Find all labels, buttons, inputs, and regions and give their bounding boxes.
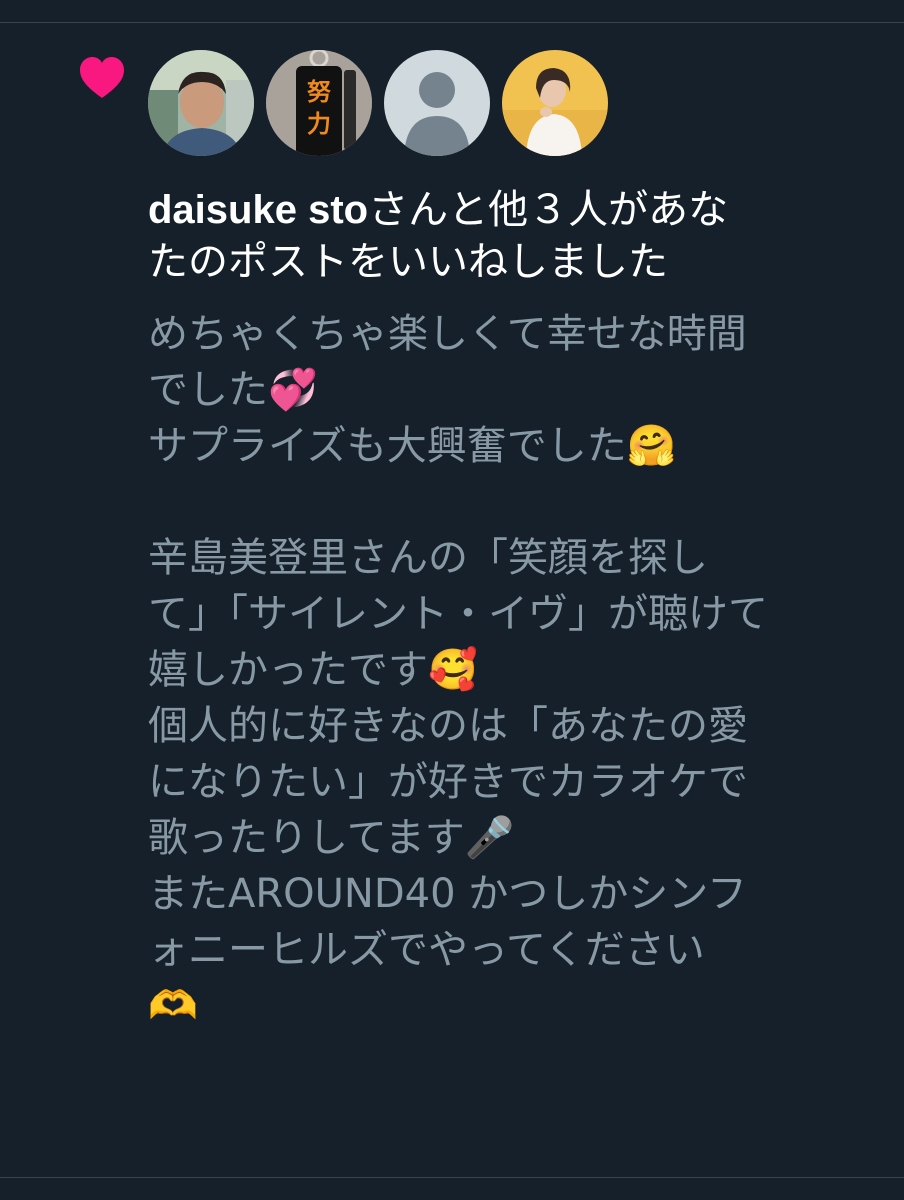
avatar-default[interactable]	[384, 50, 490, 156]
notification-action-line2: たのポストをいいねしました	[148, 239, 668, 285]
post-line: 辛島美登里さんの「笑顔を探し	[148, 535, 708, 581]
post-line: 個人的に好きなのは「あなたの愛	[148, 703, 748, 749]
post-line: 嬉しかったです🥰	[148, 647, 478, 693]
post-line	[148, 474, 882, 530]
post-line: またAROUND40 かつしかシンフ	[148, 871, 748, 917]
post-line: 歌ったりしてます🎤	[148, 815, 515, 861]
post-line: になりたい」が好きでカラオケで	[148, 759, 748, 805]
user-name-link[interactable]: daisuke sto	[148, 188, 368, 232]
avatar-daisuke-sto[interactable]	[148, 50, 254, 156]
avatar-woman[interactable]	[502, 50, 608, 156]
like-notification-text: daisuke stoさんと他３人があなたのポストをいいねしました	[148, 184, 878, 288]
bottom-divider	[0, 1177, 904, 1200]
post-line: めちゃくちゃ楽しくて幸せな時間	[148, 311, 747, 357]
svg-text:力: 力	[307, 110, 331, 138]
notification-action-line1: さんと他３人があな	[368, 187, 729, 233]
post-line: 🫶	[148, 983, 198, 1029]
svg-text:努: 努	[307, 78, 331, 106]
keychain-icon: 努 力	[266, 50, 372, 156]
default-profile-icon	[384, 50, 490, 156]
person-photo-icon	[502, 50, 608, 156]
person-photo-icon	[148, 50, 254, 156]
avatar-keychain[interactable]: 努 力	[266, 50, 372, 156]
liked-post-preview[interactable]: めちゃくちゃ楽しくて幸せな時間 でした💞 サプライズも大興奮でした🤗 辛島美登里…	[148, 306, 882, 1034]
heart-icon	[80, 57, 124, 98]
post-line: て」「サイレント・イヴ」が聴けて	[148, 591, 768, 637]
post-line: でした💞	[148, 367, 318, 413]
post-line: ォニーヒルズでやってください	[148, 927, 705, 973]
post-line: サプライズも大興奮でした🤗	[148, 423, 677, 469]
avatar-row: 努 力	[148, 50, 608, 156]
top-divider	[0, 0, 904, 23]
